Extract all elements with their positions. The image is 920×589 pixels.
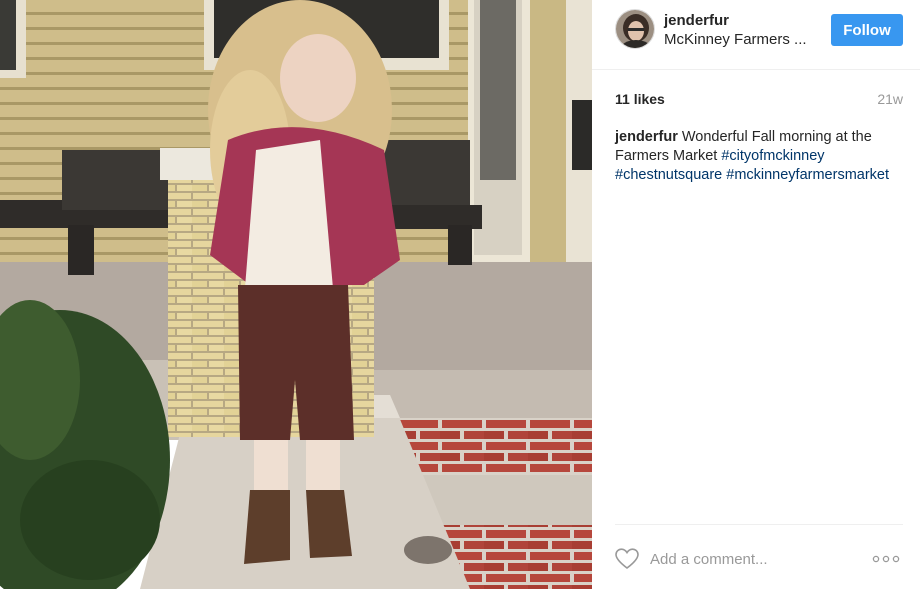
caption: jenderfur Wonderful Fall morning at the …: [615, 128, 915, 185]
comment-bar: Add a comment...: [615, 524, 903, 589]
caption-username[interactable]: jenderfur: [615, 129, 678, 145]
likes-count[interactable]: 11 likes: [615, 91, 665, 107]
avatar-image: [616, 10, 654, 48]
heart-outline-icon[interactable]: [615, 548, 639, 570]
location[interactable]: McKinney Farmers ...: [664, 31, 807, 48]
avatar[interactable]: [615, 9, 655, 49]
hashtag-link[interactable]: #cityofmckinney: [721, 148, 824, 164]
username[interactable]: jenderfur: [664, 12, 729, 29]
hashtag-link[interactable]: #mckinneyfarmersmarket: [726, 167, 889, 183]
instagram-post: jenderfur McKinney Farmers ... Follow 11…: [0, 0, 920, 589]
post-age[interactable]: 21w: [877, 91, 903, 107]
hashtag-link[interactable]: #chestnutsquare: [615, 167, 722, 183]
follow-button[interactable]: Follow: [831, 14, 903, 46]
more-options-icon[interactable]: [872, 552, 900, 566]
post-sidebar: jenderfur McKinney Farmers ... Follow 11…: [592, 0, 920, 589]
photo-girl-on-porch: [0, 0, 592, 589]
comment-input[interactable]: Add a comment...: [650, 551, 768, 568]
post-photo[interactable]: [0, 0, 592, 589]
post-header: jenderfur McKinney Farmers ... Follow: [592, 0, 920, 70]
